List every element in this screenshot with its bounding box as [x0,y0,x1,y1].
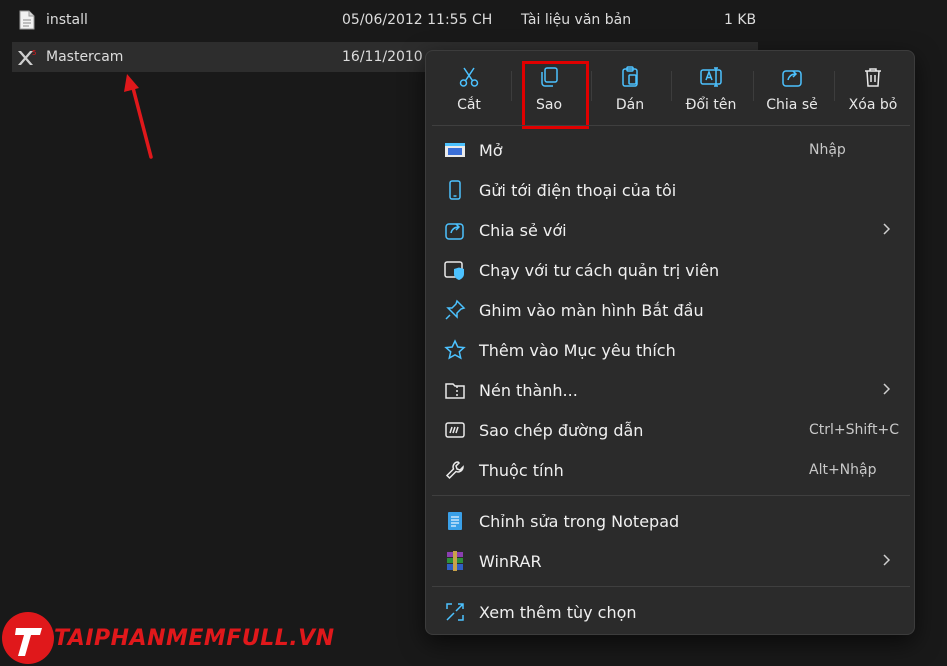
paste-label: Dán [615,97,645,113]
menu-label: Thuộc tính [479,460,564,480]
share-button[interactable]: Chia sẻ [753,59,831,121]
svg-text:5: 5 [32,49,36,57]
rename-icon [700,67,722,87]
menu-shortcut: Ctrl+Shift+C [809,422,899,438]
menu-toolbar: Cắt Sao Dán Đổi tên Chia sẻ Xóa bỏ [426,51,914,129]
more-options-icon [446,603,464,621]
menu-item-compress[interactable]: Nén thành... [426,370,914,410]
menu-item-more-options[interactable]: Xem thêm tùy chọn [426,592,914,632]
menu-item-edit-notepad[interactable]: Chỉnh sửa trong Notepad [426,501,914,541]
file-date: 05/06/2012 11:55 CH [342,12,493,28]
winrar-icon [447,551,463,571]
scissors-icon [459,67,479,87]
chevron-right-icon [883,554,891,566]
menu-label: WinRAR [479,551,542,571]
divider [432,586,910,587]
file-type: Tài liệu văn bản [521,12,632,28]
menu-item-winrar[interactable]: WinRAR [426,541,914,581]
cut-button[interactable]: Cắt [430,59,508,121]
paste-button[interactable]: Dán [591,59,669,121]
divider [432,495,910,496]
text-file-icon [16,9,38,31]
share-icon [445,223,464,240]
zip-folder-icon [445,383,465,399]
share-label: Chia sẻ [766,97,818,113]
menu-item-send-to-phone[interactable]: Gửi tới điện thoại của tôi [426,170,914,210]
phone-icon [449,180,461,200]
menu-label: Thêm vào Mục yêu thích [479,340,676,360]
copy-button[interactable]: Sao [510,59,589,129]
watermark-text: TAIPHANMEMFULL.VN [54,626,335,651]
menu-shortcut: Nhập [809,142,846,158]
copy-icon [541,67,558,87]
copy-path-icon [445,422,465,438]
mastercam-icon: 5 [16,46,38,68]
watermark-logo-icon [2,612,54,664]
pin-icon [445,299,466,320]
copy-label: Sao [535,97,563,113]
menu-label: Chỉnh sửa trong Notepad [479,511,680,531]
delete-label: Xóa bỏ [848,97,898,113]
paste-icon [622,66,638,87]
trash-icon [865,68,881,87]
notepad-icon [448,512,462,530]
menu-item-share-with[interactable]: Chia sẻ với [426,210,914,250]
menu-item-pin-to-start[interactable]: Ghim vào màn hình Bắt đầu [426,290,914,330]
file-row-install[interactable]: install 05/06/2012 11:55 CH Tài liệu văn… [12,5,758,35]
rename-button[interactable]: Đổi tên [672,59,750,121]
chevron-right-icon [883,223,891,235]
menu-label: Xem thêm tùy chọn [479,602,637,622]
menu-label: Chạy với tư cách quản trị viên [479,260,720,280]
window-icon [445,143,465,157]
watermark: TAIPHANMEMFULL.VN [0,608,340,666]
wrench-icon [445,461,464,480]
menu-label: Sao chép đường dẫn [479,420,644,440]
file-name: install [46,12,88,28]
shield-icon [444,261,464,280]
file-date: 16/11/2010 4 [342,49,437,65]
chevron-right-icon [883,383,891,395]
share-icon [782,70,802,87]
file-name: Mastercam [46,49,124,65]
context-menu: Cắt Sao Dán Đổi tên Chia sẻ Xóa bỏ Mở Nh… [425,50,915,635]
delete-button[interactable]: Xóa bỏ [834,59,912,121]
menu-label: Ghim vào màn hình Bắt đầu [479,300,704,320]
rename-label: Đổi tên [685,97,737,113]
cut-label: Cắt [457,97,481,113]
menu-item-add-favorites[interactable]: Thêm vào Mục yêu thích [426,330,914,370]
menu-label: Gửi tới điện thoại của tôi [479,180,677,200]
menu-item-copy-path[interactable]: Sao chép đường dẫn Ctrl+Shift+C [426,410,914,450]
menu-item-run-as-admin[interactable]: Chạy với tư cách quản trị viên [426,250,914,290]
menu-label: Chia sẻ với [479,220,567,240]
menu-label: Mở [479,140,503,160]
menu-item-open[interactable]: Mở Nhập [426,130,914,170]
star-icon [444,339,466,360]
file-size: 1 KB [724,12,757,28]
divider [432,125,910,126]
menu-item-properties[interactable]: Thuộc tính Alt+Nhập [426,450,914,490]
menu-label: Nén thành... [479,380,578,400]
annotation-arrow [124,74,153,159]
menu-shortcut: Alt+Nhập [809,462,877,478]
